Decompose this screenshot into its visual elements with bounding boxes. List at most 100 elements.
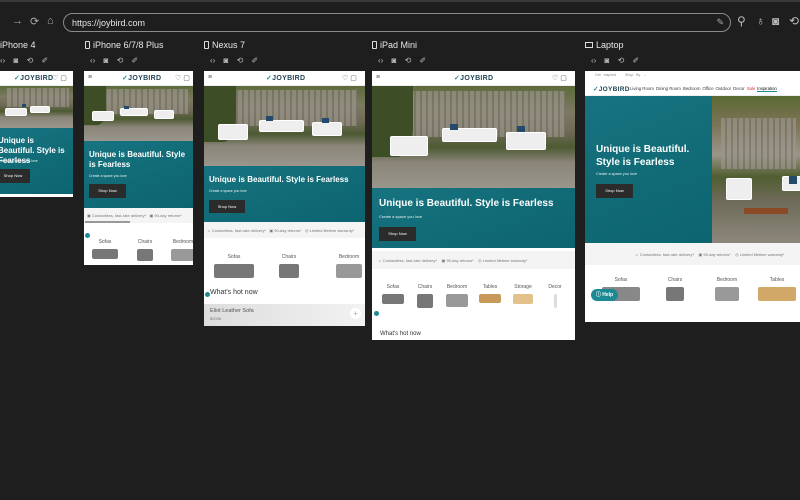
- category-bedroom[interactable]: Bedroom: [707, 277, 747, 301]
- hero-subtitle: Create a space you love: [379, 214, 423, 219]
- utility-bar: Get Inspired Shop By ⌄: [595, 73, 646, 77]
- home-icon[interactable]: ⌂: [47, 15, 54, 27]
- hero-title: Unique is Beautiful. Style is Fearless: [379, 198, 554, 209]
- device-label-iphone-plus: iPhone 6/7/8 Plus: [85, 40, 164, 50]
- laptop-viewport[interactable]: Get Inspired Shop By ⌄ ✓JOYBIRD Living R…: [585, 71, 800, 322]
- device-tools[interactable]: ‹› ◙ ⟲ ✐: [210, 56, 258, 65]
- hero-subtitle: Create a space you love: [209, 189, 247, 193]
- category-chairs[interactable]: Chairs: [410, 284, 440, 308]
- device-label-laptop: Laptop: [585, 40, 624, 50]
- category-tables[interactable]: Tables: [475, 284, 505, 303]
- tablet-icon: [204, 41, 209, 49]
- category-bedroom[interactable]: Bedroom: [334, 254, 364, 278]
- logo[interactable]: ✓JOYBIRD: [266, 74, 305, 82]
- shop-now-button[interactable]: Shop Now: [379, 227, 416, 241]
- product-price: $2036: [210, 316, 222, 321]
- hero-title: Unique is Beautiful. Style is Fearless: [596, 144, 690, 168]
- nav-bedroom[interactable]: Bedroom: [683, 86, 701, 92]
- hero-image: [712, 96, 800, 243]
- reload-icon[interactable]: ⟳: [30, 15, 39, 28]
- logo[interactable]: ✓JOYBIRD: [122, 74, 161, 82]
- device-label-iphone4: iPhone 4: [0, 40, 36, 50]
- nav-living-room[interactable]: Living Room: [630, 86, 654, 92]
- menu-icon[interactable]: ≡: [208, 74, 212, 81]
- device-tools[interactable]: ‹› ◙ ⟲ ✐: [0, 56, 48, 65]
- tablet-icon: [372, 41, 377, 49]
- device-label-nexus7: Nexus 7: [204, 40, 245, 50]
- device-label-ipad-mini: iPad Mini: [372, 40, 417, 50]
- pen-icon[interactable]: ✎: [716, 17, 724, 28]
- phone-icon: [85, 41, 90, 49]
- get-inspired-link[interactable]: Get Inspired: [595, 73, 616, 77]
- hero-subtitle: Create a space you love: [596, 172, 637, 176]
- device-tools[interactable]: ‹› ◙ ⟲ ✐: [378, 56, 426, 65]
- nav-office[interactable]: Office: [702, 86, 713, 92]
- nav-inspiration[interactable]: Inspiration: [757, 86, 777, 92]
- nav-dining-room[interactable]: Dining Room: [656, 86, 681, 92]
- features-bar: ☼ Contactless, fast-rate delivery* ▣ 90-…: [204, 222, 365, 238]
- heart-icon[interactable]: ♡ ▢: [552, 74, 567, 82]
- hero-image: [204, 86, 365, 166]
- logo[interactable]: ✓JOYBIRD: [14, 74, 53, 82]
- pin-icon[interactable]: ⚲: [737, 14, 746, 28]
- category-sofas[interactable]: Sofas: [378, 284, 408, 304]
- chat-dot[interactable]: [374, 311, 379, 316]
- rotate-icon[interactable]: ⟲: [789, 14, 799, 28]
- product-card[interactable]: Eliot Leather Sofa $2036 +: [204, 304, 365, 326]
- hero-image: [84, 86, 193, 141]
- main-nav: ✓JOYBIRD Living Room Dining Room Bedroom…: [585, 81, 800, 96]
- shop-now-button[interactable]: Shop Now: [209, 200, 245, 213]
- chat-dot[interactable]: [85, 233, 90, 238]
- shop-now-button[interactable]: Shop Now: [596, 184, 633, 198]
- hero-image: [372, 86, 575, 188]
- category-tables[interactable]: Tables: [757, 277, 797, 301]
- hero-title: Unique is Beautiful. Style is Fearless: [209, 175, 349, 184]
- screenshot-icon[interactable]: ◙: [772, 14, 779, 28]
- category-storage[interactable]: Storage: [508, 284, 538, 304]
- features-bar: ☼ Contactless, fast-rate delivery* ▣ 90-…: [372, 251, 575, 269]
- menu-icon[interactable]: ≡: [88, 74, 92, 81]
- ipad-mini-viewport[interactable]: ≡ ✓JOYBIRD ♡ ▢ Unique is Beautiful. Style …: [372, 71, 575, 340]
- logo[interactable]: ✓JOYBIRD: [454, 74, 493, 82]
- category-chairs[interactable]: Chairs: [130, 239, 160, 261]
- nexus7-viewport[interactable]: ≡ ✓JOYBIRD ♡ ▢ Unique is Beautiful. Style …: [204, 71, 365, 326]
- whats-hot-heading: What's hot now: [380, 331, 421, 337]
- whats-hot-heading: What's hot now: [210, 289, 258, 296]
- nav-decor[interactable]: Decor: [733, 86, 745, 92]
- add-icon[interactable]: +: [350, 308, 361, 319]
- category-chairs[interactable]: Chairs: [274, 254, 304, 278]
- category-sofas[interactable]: Sofas: [90, 239, 120, 259]
- device-tools[interactable]: ‹› ◙ ⟲ ✐: [591, 56, 639, 65]
- url-input[interactable]: https://joybird.com ✎: [63, 13, 731, 32]
- hero-subtitle: Create a space you love: [0, 159, 38, 163]
- hero-subtitle: Create a space you love: [89, 174, 127, 178]
- url-text: https://joybird.com: [72, 18, 146, 28]
- shop-by-link[interactable]: Shop By ⌄: [625, 73, 646, 77]
- heart-icon[interactable]: ♡ ▢: [342, 74, 357, 82]
- laptop-icon: [585, 42, 593, 48]
- shop-now-button[interactable]: Shop Now: [89, 184, 126, 198]
- device-tools[interactable]: ‹› ◙ ⟲ ✐: [90, 56, 138, 65]
- logo[interactable]: ✓JOYBIRD: [593, 85, 630, 93]
- bottle-icon[interactable]: ♁: [756, 14, 765, 28]
- category-chairs[interactable]: Chairs: [655, 277, 695, 301]
- shop-now-button[interactable]: Shop Now: [0, 169, 30, 183]
- forward-icon[interactable]: →: [12, 15, 23, 27]
- category-sofas[interactable]: Sofas: [214, 254, 254, 278]
- nav-sale[interactable]: Sale: [747, 86, 756, 92]
- hero-title: Unique is Beautiful. Style is Fearless: [89, 150, 186, 169]
- help-button[interactable]: ⓘ Help: [591, 289, 618, 301]
- menu-icon[interactable]: ≡: [376, 74, 380, 81]
- heart-icon[interactable]: ♡ ▢: [175, 74, 190, 82]
- features-bar: ☼ Contactless, fast-rate delivery* ▣ 90-…: [585, 243, 800, 265]
- category-bedroom[interactable]: Bedroom: [442, 284, 472, 307]
- iphone4-viewport[interactable]: ✓JOYBIRD ♡ ▢ Unique is Beautiful. Style i…: [0, 71, 73, 197]
- product-name: Eliot Leather Sofa: [210, 308, 254, 314]
- nav-outdoor[interactable]: Outdoor: [715, 86, 731, 92]
- category-bedroom[interactable]: Bedroom: [168, 239, 193, 261]
- category-decor[interactable]: Decor: [540, 284, 570, 308]
- heart-icon[interactable]: ♡ ▢: [52, 74, 67, 82]
- scrollbar[interactable]: [85, 221, 130, 223]
- iphone-plus-viewport[interactable]: ≡ ✓JOYBIRD ♡ ▢ Unique is Beautiful. Style …: [84, 71, 193, 265]
- hero-image: [0, 86, 73, 128]
